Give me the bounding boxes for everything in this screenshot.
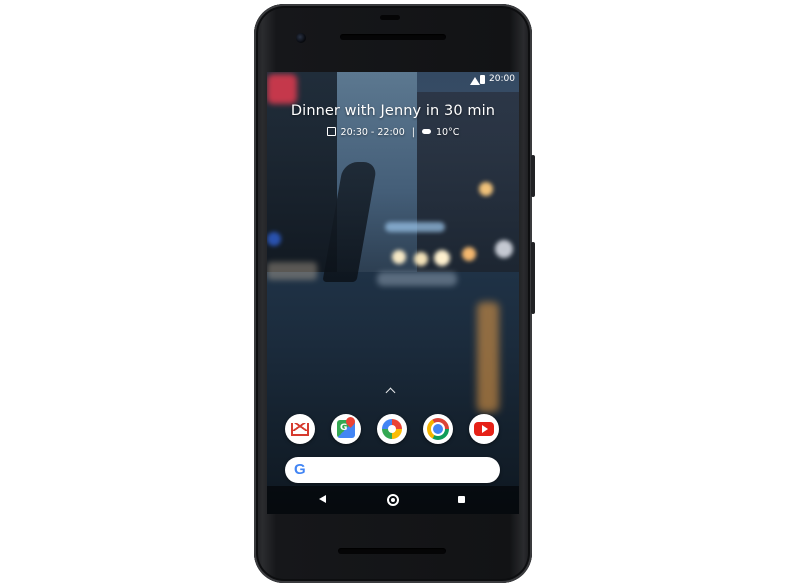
bokeh-light [495,240,513,258]
weather-cloud-icon [421,129,431,134]
bokeh-light [462,247,476,261]
light-reflection [477,302,499,412]
chrome-app-icon[interactable] [423,414,453,444]
light-reflection [267,262,317,280]
google-search-bar[interactable]: G [285,457,500,483]
youtube-app-icon[interactable] [469,414,499,444]
recents-icon[interactable] [458,496,465,503]
calendar-icon [326,127,336,136]
maps-icon: G [337,420,355,438]
at-a-glance-title[interactable]: Dinner with Jenny in 30 min [267,103,519,119]
navigation-bar [267,486,519,514]
home-icon[interactable] [387,494,399,506]
battery-icon [480,75,485,84]
light-reflection [377,272,457,286]
maps-app-icon[interactable]: G [331,414,361,444]
home-screen-wallpaper [267,72,519,514]
at-a-glance-details[interactable]: 20:30 - 22:00 | 10°C [267,127,519,138]
bottom-speaker [338,548,446,554]
top-speaker [340,34,446,40]
front-camera [296,33,306,43]
bokeh-light [414,252,428,266]
bokeh-light [479,182,493,196]
photos-app-icon[interactable] [377,414,407,444]
gmail-app-icon[interactable] [285,414,315,444]
photos-icon [382,419,402,439]
gmail-icon [291,422,309,436]
event-time-range: 20:30 - 22:00 [340,127,405,138]
top-sensor [380,15,400,20]
weather-temperature: 10°C [435,127,460,138]
bokeh-light [267,232,281,246]
bokeh-light [385,222,445,232]
volume-rocker[interactable] [531,242,535,314]
youtube-icon [474,422,494,436]
wallpaper-building [417,92,519,292]
bokeh-light [434,250,450,266]
power-button[interactable] [531,155,535,197]
bokeh-light [392,250,406,264]
status-bar: 20:00 [267,73,519,87]
back-icon[interactable] [319,495,326,503]
status-time: 20:00 [489,74,515,84]
google-g-icon: G [294,461,306,478]
wifi-icon [470,77,480,85]
chrome-icon [427,418,449,440]
separator: | [411,127,415,138]
